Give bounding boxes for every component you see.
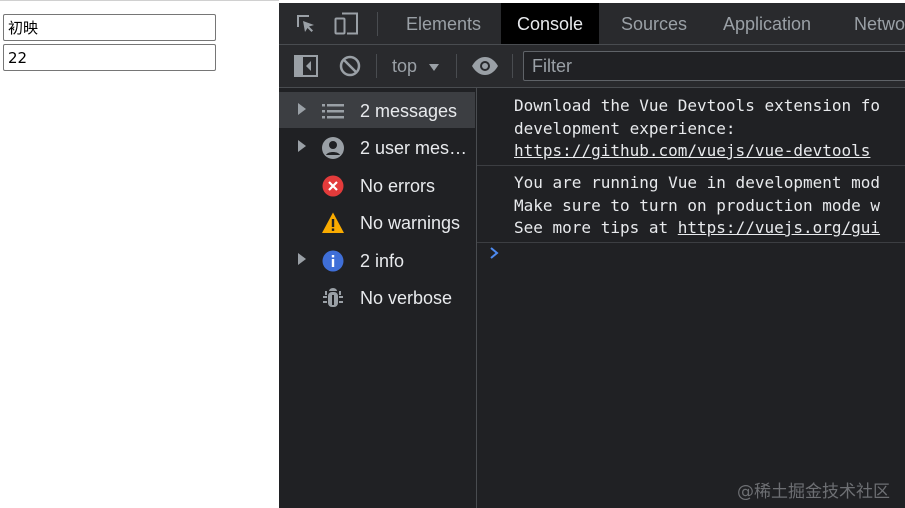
inspect-element-icon[interactable] bbox=[294, 12, 318, 41]
sidebar-item-label: No verbose bbox=[360, 288, 453, 308]
console-sidebar: 2 messages 2 user messages No errors No … bbox=[279, 88, 477, 508]
message-text: See more tips at bbox=[514, 218, 678, 237]
toolbar-separator bbox=[376, 54, 377, 78]
bug-icon bbox=[321, 286, 345, 310]
context-label: top bbox=[392, 56, 418, 76]
vue-guide-link[interactable]: https://vuejs.org/gui bbox=[678, 218, 880, 237]
sidebar-item-label: No errors bbox=[360, 176, 436, 196]
sidebar-item-label: No warnings bbox=[360, 213, 461, 233]
sidebar-item-label: 2 messages bbox=[360, 101, 458, 121]
user-icon bbox=[321, 136, 345, 160]
console-message: Download the Vue Devtools extension fo d… bbox=[477, 95, 905, 166]
tab-console[interactable]: Console bbox=[501, 3, 600, 44]
context-selector[interactable]: top bbox=[392, 45, 440, 87]
watermark-text: @稀土掘金技术社区 bbox=[737, 482, 890, 502]
web-page bbox=[0, 0, 279, 508]
console-prompt-icon[interactable] bbox=[489, 246, 501, 265]
sidebar-item-label: 2 user messages bbox=[360, 138, 473, 158]
expand-arrow-icon[interactable] bbox=[298, 140, 306, 152]
sidebar-item-warnings[interactable]: No warnings bbox=[279, 204, 475, 240]
info-icon bbox=[321, 249, 345, 273]
page-top-border bbox=[0, 0, 279, 1]
message-line: Download the Vue Devtools extension fo bbox=[514, 96, 881, 115]
sidebar-item-label: 2 info bbox=[360, 251, 405, 271]
tabbar-separator bbox=[377, 12, 378, 36]
message-line: Make sure to turn on production mode w bbox=[514, 195, 881, 215]
name-input[interactable] bbox=[3, 14, 216, 41]
sidebar-item-info[interactable]: 2 info bbox=[279, 242, 475, 278]
expand-arrow-icon[interactable] bbox=[298, 103, 306, 115]
devtools-panel: Elements Console Sources Application Net… bbox=[279, 3, 905, 508]
message-line: development experience: bbox=[514, 118, 736, 138]
sidebar-toggle-icon[interactable] bbox=[294, 55, 318, 82]
tab-elements[interactable]: Elements bbox=[406, 3, 481, 44]
warning-icon bbox=[321, 211, 345, 235]
error-icon bbox=[321, 174, 345, 198]
live-expression-eye-icon[interactable] bbox=[471, 56, 499, 81]
console-message: You are running Vue in development mod M… bbox=[477, 172, 905, 243]
chevron-down-icon bbox=[429, 63, 440, 71]
sidebar-item-errors[interactable]: No errors bbox=[279, 167, 475, 203]
console-toolbar: top bbox=[279, 45, 905, 88]
list-icon bbox=[321, 99, 345, 123]
sidebar-item-user-messages[interactable]: 2 user messages bbox=[279, 129, 475, 165]
device-toolbar-icon[interactable] bbox=[334, 12, 360, 41]
console-output: Download the Vue Devtools extension fo d… bbox=[477, 88, 905, 508]
tab-sources[interactable]: Sources bbox=[621, 3, 687, 44]
clear-console-icon[interactable] bbox=[339, 55, 361, 82]
message-line: You are running Vue in development mod bbox=[514, 173, 881, 192]
toolbar-separator bbox=[512, 54, 513, 78]
age-input[interactable] bbox=[3, 44, 216, 71]
filter-input[interactable] bbox=[523, 51, 905, 81]
sidebar-item-verbose[interactable]: No verbose bbox=[279, 279, 475, 315]
sidebar-item-messages[interactable]: 2 messages bbox=[279, 92, 475, 128]
toolbar-separator bbox=[456, 54, 457, 78]
expand-arrow-icon[interactable] bbox=[298, 253, 306, 265]
devtools-link[interactable]: https://github.com/vuejs/vue-devtools bbox=[514, 141, 870, 160]
tab-network[interactable]: Netwo bbox=[854, 3, 905, 44]
tab-application[interactable]: Application bbox=[723, 3, 811, 44]
devtools-tab-bar: Elements Console Sources Application Net… bbox=[279, 3, 905, 45]
